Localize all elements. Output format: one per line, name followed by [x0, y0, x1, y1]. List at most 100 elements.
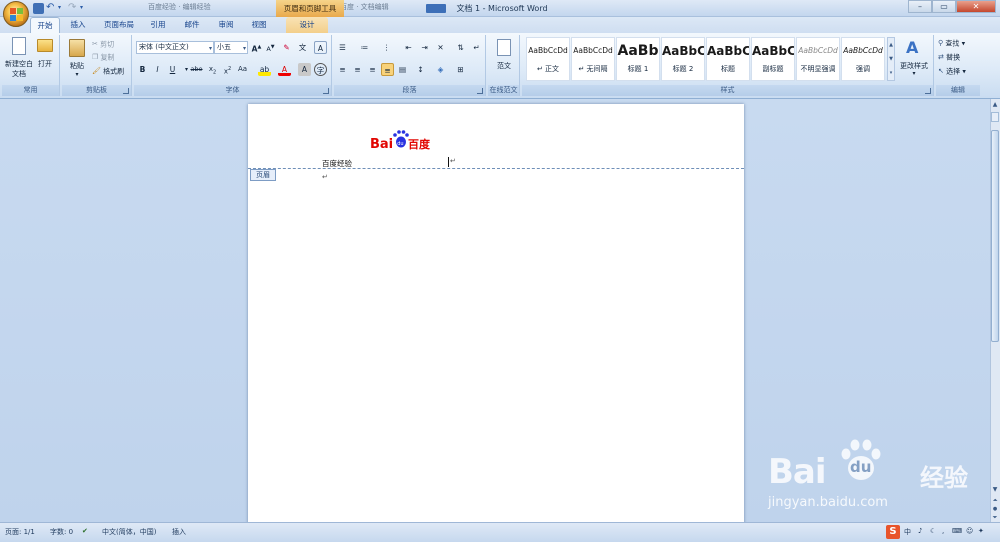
baidu-logo: Bai du 百度 [370, 129, 436, 152]
ime-punct-icon[interactable]: ♪ [918, 527, 922, 535]
cut-button[interactable]: ✂ 剪切 [92, 38, 114, 51]
character-border-icon[interactable]: A [314, 41, 327, 54]
align-right-icon[interactable]: ≡ [366, 63, 379, 76]
styles-gallery-scroll[interactable]: ▲ ▼ ▾ [887, 37, 895, 81]
redo-icon[interactable]: ↷ [68, 3, 79, 14]
watermark-cn: 经验 [920, 464, 968, 492]
save-icon[interactable] [33, 3, 44, 14]
paste-button[interactable]: 粘贴 ▾ [66, 37, 88, 81]
shading-icon[interactable]: ◈ [434, 63, 447, 76]
select-button[interactable]: ↖ 选择 ▾ [938, 65, 966, 78]
scroll-up-icon[interactable]: ▲ [991, 100, 999, 109]
tab-view[interactable]: 视图 [245, 17, 273, 33]
enclose-characters-icon[interactable]: 字 [314, 63, 327, 76]
undo-icon[interactable]: ↶ [46, 3, 57, 14]
phonetic-guide-icon[interactable]: 文 [296, 41, 309, 54]
next-page-icon[interactable]: ⏷ [991, 513, 999, 522]
style-name: 副标题 [762, 65, 784, 73]
shrink-font-button[interactable]: A▼ [264, 41, 277, 54]
style-heading-2[interactable]: AaBbC 标题 2 [661, 37, 705, 81]
style-subtle-emphasis[interactable]: AaBbCcDd 不明显强调 [796, 37, 840, 81]
line-spacing-icon[interactable]: ↕ [414, 63, 427, 76]
dialog-launcher-icon[interactable] [925, 88, 931, 94]
find-button[interactable]: ⚲ 查找 ▾ [938, 37, 965, 50]
template-button[interactable]: 范文 [490, 37, 518, 79]
font-name-select[interactable]: 宋体 (中文正文) ▾ [136, 41, 214, 54]
strikethrough-button[interactable]: abe [190, 63, 203, 76]
office-button[interactable] [3, 1, 29, 27]
multilevel-list-icon[interactable]: ⋮ [380, 41, 393, 54]
tab-home[interactable]: 开始 [30, 17, 60, 33]
character-shading-icon[interactable]: A [298, 63, 311, 76]
style-heading-1[interactable]: AaBb 标题 1 [616, 37, 660, 81]
italic-button[interactable]: I [151, 63, 164, 76]
replace-button[interactable]: ⇄ 替换 [938, 51, 960, 64]
proofing-icon[interactable]: ✔ [82, 527, 88, 535]
dialog-launcher-icon[interactable] [123, 88, 129, 94]
word-count[interactable]: 字数: 0 [50, 527, 73, 537]
page-indicator[interactable]: 页面: 1/1 [5, 527, 35, 537]
style-sample: AaBbCcDd [528, 46, 568, 55]
new-document-button[interactable]: 新建空白文档 [5, 37, 33, 81]
sort-icon[interactable]: ⇅ [454, 41, 467, 54]
numbering-icon[interactable]: ≔ [358, 41, 371, 54]
insert-mode[interactable]: 插入 [172, 527, 186, 537]
ime-keyboard-icon[interactable]: ⌨ [952, 527, 962, 535]
previous-page-icon[interactable]: ⏶ [991, 496, 999, 505]
style-emphasis[interactable]: AaBbCcDd 强调 [841, 37, 885, 81]
maximize-button[interactable]: ▭ [932, 0, 956, 13]
decrease-indent-icon[interactable]: ⇤ [402, 41, 415, 54]
highlight-icon[interactable]: ab [258, 63, 271, 76]
tab-mailings[interactable]: 邮件 [178, 17, 206, 33]
borders-icon[interactable]: ⊞ [454, 63, 467, 76]
format-painter-button[interactable]: 🖌 格式刷 [92, 65, 124, 78]
dialog-launcher-icon[interactable] [477, 88, 483, 94]
font-size-value: 小五 [217, 43, 231, 51]
underline-button[interactable]: U [166, 63, 179, 76]
align-center-icon[interactable]: ≡ [351, 63, 364, 76]
dialog-launcher-icon[interactable] [323, 88, 329, 94]
change-styles-button[interactable]: A 更改样式 ▾ [898, 37, 930, 81]
tab-page-layout[interactable]: 页面布局 [98, 17, 140, 33]
ime-moon-icon[interactable]: ☾ [930, 527, 936, 535]
superscript-button[interactable]: x2 [221, 63, 234, 76]
clear-formatting-icon[interactable]: ✎ [280, 41, 293, 54]
tab-review[interactable]: 审阅 [212, 17, 240, 33]
language-indicator[interactable]: 中文(简体，中国) [102, 527, 156, 537]
scroll-down-icon[interactable]: ▼ [991, 485, 999, 494]
style-subtitle[interactable]: AaBbC 副标题 [751, 37, 795, 81]
style-no-spacing[interactable]: AaBbCcDd ↵ 无间隔 [571, 37, 615, 81]
split-box[interactable] [991, 112, 999, 122]
ime-comma-icon[interactable]: , [942, 527, 944, 535]
subscript-button[interactable]: x2 [206, 63, 219, 76]
open-button[interactable]: 打开 [34, 37, 56, 77]
ime-settings-icon[interactable]: ✦ [978, 527, 984, 535]
increase-indent-icon[interactable]: ⇥ [418, 41, 431, 54]
change-case-button[interactable]: Aa [236, 63, 249, 76]
qat-customize-icon[interactable]: ▾ [80, 3, 91, 14]
justify-icon[interactable]: ≡ [381, 63, 394, 76]
tab-design[interactable]: 设计 [286, 17, 328, 33]
font-size-select[interactable]: 小五 ▾ [214, 41, 248, 54]
font-color-icon[interactable]: A [278, 63, 291, 76]
tab-references[interactable]: 引用 [144, 17, 172, 33]
bold-button[interactable]: B [136, 63, 149, 76]
sogou-ime-icon[interactable]: S [886, 525, 900, 539]
style-normal[interactable]: AaBbCcDd ↵ 正文 [526, 37, 570, 81]
scrollbar-thumb[interactable] [991, 130, 999, 342]
align-left-icon[interactable]: ≡ [336, 63, 349, 76]
paste-dropdown-icon[interactable]: ▾ [66, 70, 88, 80]
cursor-icon: ↖ [938, 67, 944, 75]
grow-font-button[interactable]: A▲ [250, 41, 263, 54]
distributed-icon[interactable]: ▤ [396, 63, 409, 76]
show-marks-icon[interactable]: ↵ [470, 41, 483, 54]
style-title[interactable]: AaBbC 标题 [706, 37, 750, 81]
tab-insert[interactable]: 插入 [64, 17, 92, 33]
ime-user-icon[interactable]: ☺ [966, 527, 973, 535]
chinese-layout-icon[interactable]: ✕ [434, 41, 447, 54]
ime-mode[interactable]: 中 [904, 527, 911, 537]
close-button[interactable]: ✕ [956, 0, 996, 13]
copy-button[interactable]: ❐ 复制 [92, 51, 115, 64]
bullets-icon[interactable]: ☰ [336, 41, 349, 54]
minimize-button[interactable]: – [908, 0, 932, 13]
